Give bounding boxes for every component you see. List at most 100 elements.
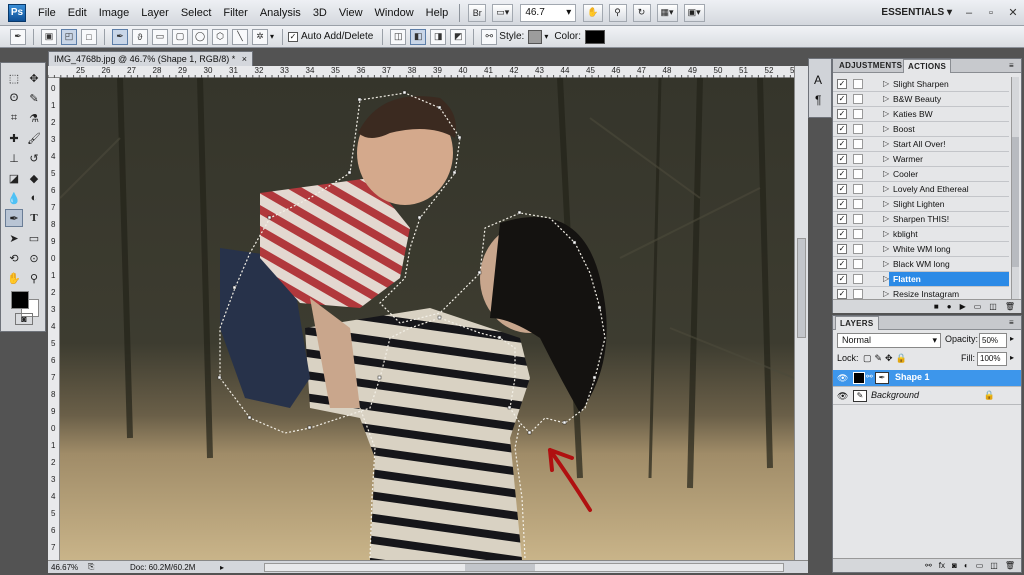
- record-icon[interactable]: ●: [947, 302, 952, 311]
- action-item[interactable]: ✓ ▷ Slight Sharpen: [833, 77, 1009, 92]
- layer-mask-icon[interactable]: ◙: [952, 561, 957, 570]
- menu-edit[interactable]: Edit: [62, 0, 93, 26]
- h-scroll-thumb[interactable]: [465, 563, 535, 571]
- lock-icons[interactable]: ▢✎✥🔒: [863, 353, 910, 364]
- chevron-down-icon[interactable]: ▾: [544, 32, 548, 41]
- document-canvas[interactable]: [60, 78, 794, 560]
- action-toggle-checkbox[interactable]: ✓: [837, 289, 847, 299]
- action-item[interactable]: ✓ ▷ Cooler: [833, 167, 1009, 182]
- action-item[interactable]: ✓ ▷ Katies BW: [833, 107, 1009, 122]
- action-toggle-checkbox[interactable]: ✓: [837, 124, 847, 134]
- expand-triangle-icon[interactable]: ▷: [883, 167, 889, 181]
- auto-add-delete-checkbox[interactable]: ✓: [288, 31, 299, 42]
- status-menu-icon[interactable]: ▸: [220, 563, 234, 572]
- action-item[interactable]: ✓ ▷ Lovely And Ethereal: [833, 182, 1009, 197]
- paths-mode-icon[interactable]: ◰: [61, 28, 77, 45]
- ellipse-icon[interactable]: ◯: [192, 28, 208, 45]
- rotate-view-icon[interactable]: ↻: [632, 3, 651, 22]
- menu-image[interactable]: Image: [93, 0, 136, 26]
- path-selection-icon[interactable]: ➤: [5, 229, 23, 247]
- dodge-tool-icon[interactable]: ◐: [25, 189, 43, 207]
- rectangle-shape-icon[interactable]: ▭: [152, 28, 168, 45]
- action-toggle-checkbox[interactable]: ✓: [837, 184, 847, 194]
- link-layers-icon[interactable]: ⚯: [925, 561, 932, 570]
- status-options-icon[interactable]: ⎘: [88, 562, 100, 572]
- pen-icon[interactable]: ✒: [112, 28, 128, 45]
- style-swatch[interactable]: [528, 29, 543, 44]
- action-item[interactable]: ✓ ▷ Slight Lighten: [833, 197, 1009, 212]
- layer-row-shape-1[interactable]: 👁 ⚯ ✒ Shape 1: [833, 370, 1021, 387]
- panel-menu-icon[interactable]: ≡: [1009, 318, 1014, 327]
- subtract-path-icon[interactable]: ◧: [410, 28, 427, 45]
- action-item[interactable]: ✓ ▷ Start All Over!: [833, 137, 1009, 152]
- menu-filter[interactable]: Filter: [217, 0, 253, 26]
- document-tab[interactable]: IMG_4768b.jpg @ 46.7% (Shape 1, RGB/8) *…: [48, 51, 253, 66]
- vertical-scrollbar[interactable]: [794, 66, 808, 560]
- action-item[interactable]: ✓ ▷ Flatten: [833, 272, 1009, 287]
- expand-triangle-icon[interactable]: ▷: [883, 257, 889, 271]
- pen-tool-preset-icon[interactable]: ✒: [10, 28, 26, 45]
- paint-bucket-icon[interactable]: ◆: [25, 169, 43, 187]
- 3d-orbit-icon[interactable]: ⊙: [25, 249, 43, 267]
- paragraph-panel-icon[interactable]: ¶: [815, 93, 821, 107]
- play-icon[interactable]: ▶: [960, 302, 966, 311]
- expand-triangle-icon[interactable]: ▷: [883, 197, 889, 211]
- exclude-path-icon[interactable]: ◩: [450, 28, 467, 45]
- mini-bridge-icon[interactable]: ▭▾: [492, 3, 514, 22]
- arrange-documents-icon[interactable]: ▦▾: [656, 3, 678, 22]
- freeform-pen-icon[interactable]: ϑ: [132, 28, 148, 45]
- eraser-tool-icon[interactable]: ◪: [5, 169, 23, 187]
- dialog-toggle-box[interactable]: [853, 259, 863, 269]
- eyedropper-tool-icon[interactable]: ⚗: [25, 109, 43, 127]
- dialog-toggle-box[interactable]: [853, 109, 863, 119]
- action-toggle-checkbox[interactable]: ✓: [837, 109, 847, 119]
- trash-icon[interactable]: 🗑: [1005, 561, 1015, 570]
- expand-triangle-icon[interactable]: ▷: [883, 287, 889, 299]
- bridge-button[interactable]: Br: [468, 3, 487, 22]
- minimize-button[interactable]: –: [958, 7, 980, 19]
- action-item[interactable]: ✓ ▷ White WM long: [833, 242, 1009, 257]
- action-toggle-checkbox[interactable]: ✓: [837, 154, 847, 164]
- expand-triangle-icon[interactable]: ▷: [883, 92, 889, 106]
- new-action-icon[interactable]: ◫: [989, 302, 997, 311]
- action-item[interactable]: ✓ ▷ Boost: [833, 122, 1009, 137]
- link-layer-style-icon[interactable]: ⚯: [481, 28, 498, 45]
- tab-actions[interactable]: ACTIONS: [903, 59, 952, 73]
- menu-select[interactable]: Select: [175, 0, 218, 26]
- action-item[interactable]: ✓ ▷ kblight: [833, 227, 1009, 242]
- eye-icon[interactable]: 👁: [837, 391, 848, 402]
- move-tool-icon[interactable]: ✥: [25, 69, 43, 87]
- blend-mode-select[interactable]: Normal ▾: [837, 333, 941, 348]
- dialog-toggle-box[interactable]: [853, 289, 863, 299]
- actions-scrollbar[interactable]: [1011, 77, 1019, 299]
- menu-layer[interactable]: Layer: [135, 0, 175, 26]
- menu-analysis[interactable]: Analysis: [254, 0, 307, 26]
- menu-view[interactable]: View: [333, 0, 369, 26]
- expand-triangle-icon[interactable]: ▷: [883, 77, 889, 91]
- action-toggle-checkbox[interactable]: ✓: [837, 214, 847, 224]
- foreground-color-swatch[interactable]: [11, 291, 29, 309]
- lasso-tool-icon[interactable]: ʘ: [5, 89, 23, 107]
- restore-button[interactable]: ▫: [980, 7, 1002, 19]
- zoom-tool-icon[interactable]: ⚲: [608, 3, 627, 22]
- dialog-toggle-box[interactable]: [853, 229, 863, 239]
- new-layer-icon[interactable]: ◫: [990, 561, 998, 570]
- menu-file[interactable]: File: [32, 0, 62, 26]
- zoom-level-select[interactable]: 46.7 ▾: [520, 3, 577, 22]
- tab-adjustments[interactable]: ADJUSTMENTS: [835, 59, 906, 73]
- dialog-toggle-box[interactable]: [853, 274, 863, 284]
- add-to-path-icon[interactable]: ◫: [390, 28, 407, 45]
- tab-layers[interactable]: LAYERS: [835, 316, 879, 330]
- menu-3d[interactable]: 3D: [307, 0, 333, 26]
- hand-tool-icon[interactable]: ✋: [583, 3, 603, 22]
- character-panel-icon[interactable]: A: [814, 73, 822, 87]
- dialog-toggle-box[interactable]: [853, 79, 863, 89]
- zoom-status[interactable]: 46.67%: [48, 563, 88, 572]
- dialog-toggle-box[interactable]: [853, 214, 863, 224]
- shape-layers-icon[interactable]: ▣: [41, 28, 57, 45]
- marquee-tool-icon[interactable]: ⬚: [5, 69, 23, 87]
- layer-row-background[interactable]: 👁 ✎ Background 🔒: [833, 388, 1021, 405]
- horizontal-scrollbar[interactable]: [264, 562, 784, 572]
- action-toggle-checkbox[interactable]: ✓: [837, 199, 847, 209]
- 3d-rotate-icon[interactable]: ⟲: [5, 249, 23, 267]
